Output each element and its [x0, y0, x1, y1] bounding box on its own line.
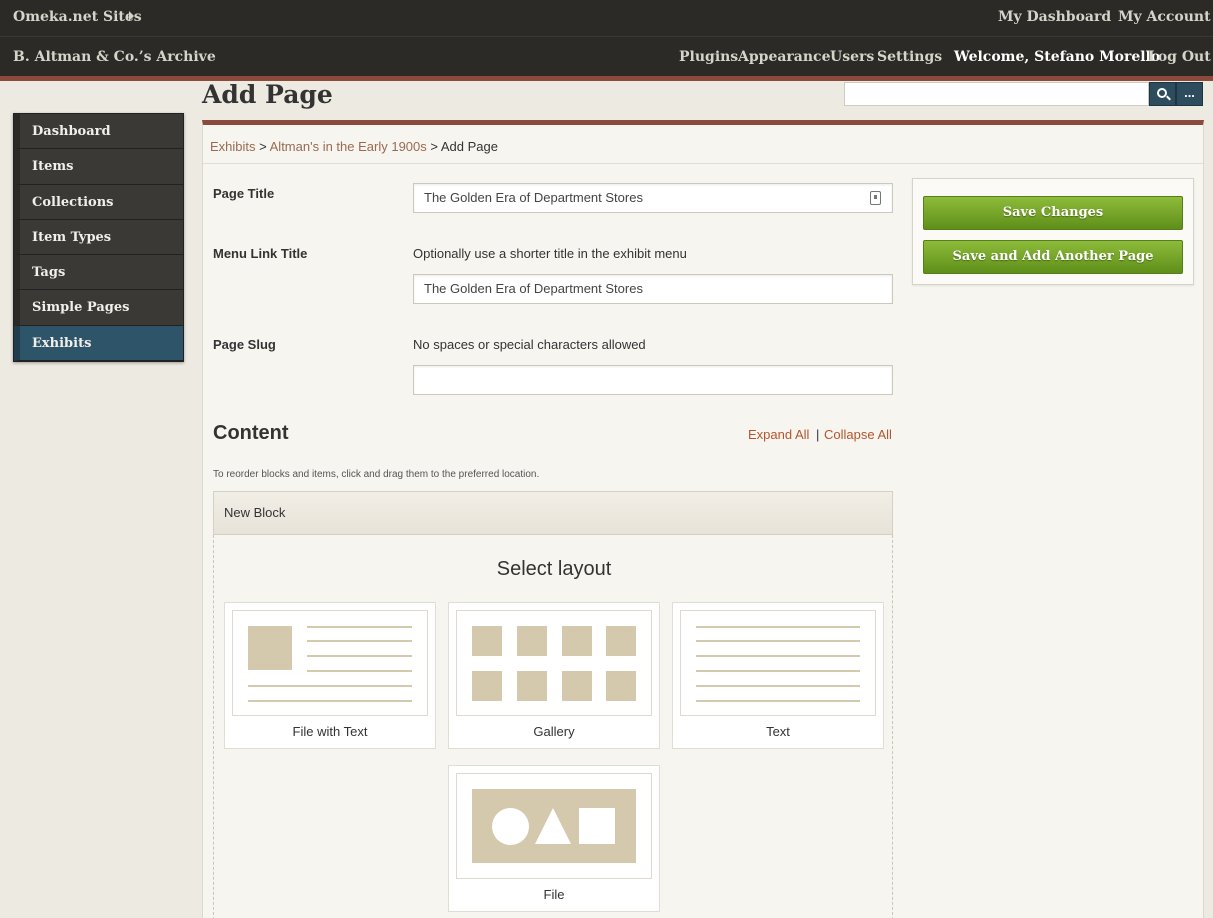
- breadcrumb-exhibit-link[interactable]: Altman's in the Early 1900s: [270, 139, 427, 154]
- nav-plugins[interactable]: Plugins: [679, 49, 738, 65]
- autofill-contact-icon[interactable]: [870, 191, 881, 205]
- layout-file-with-text[interactable]: File with Text: [224, 602, 436, 749]
- logout-link[interactable]: Log Out: [1148, 49, 1211, 65]
- nav-users[interactable]: Users: [830, 49, 874, 65]
- reorder-hint: To reorder blocks and items, click and d…: [213, 469, 540, 480]
- content-heading: Content: [213, 422, 289, 444]
- menu-link-title-label: Menu Link Title: [213, 246, 308, 261]
- sidebar-item-collections[interactable]: Collections: [14, 184, 183, 220]
- breadcrumb-current: Add Page: [440, 139, 498, 154]
- layout-file[interactable]: File: [448, 765, 660, 912]
- search-button[interactable]: [1149, 82, 1176, 106]
- sidebar-item-dashboard[interactable]: Dashboard: [14, 114, 183, 150]
- save-changes-button[interactable]: Save Changes: [923, 196, 1183, 230]
- my-account-link[interactable]: My Account: [1118, 9, 1211, 25]
- expand-all-link[interactable]: Expand All: [748, 427, 809, 442]
- save-panel: Save Changes Save and Add Another Page: [912, 178, 1194, 285]
- caret-right-icon[interactable]: [129, 11, 134, 21]
- sidebar-item-item-types[interactable]: Item Types: [14, 219, 183, 256]
- layout-label: Gallery: [533, 724, 575, 739]
- sidebar-item-tags[interactable]: Tags: [14, 255, 183, 291]
- search-input[interactable]: [844, 82, 1149, 106]
- site-title-link[interactable]: B. Altman & Co.’s Archive: [13, 49, 216, 65]
- sidebar-nav: Dashboard Items Collections Item Types T…: [13, 113, 184, 362]
- page-title-value: The Golden Era of Department Stores: [424, 190, 643, 205]
- menu-link-title-value: The Golden Era of Department Stores: [424, 281, 643, 296]
- my-dashboard-link[interactable]: My Dashboard: [998, 9, 1111, 25]
- layout-label: Text: [766, 724, 790, 739]
- layout-gallery[interactable]: Gallery: [448, 602, 660, 749]
- top-bar: Omeka.net Sites My Dashboard My Account: [0, 0, 1213, 37]
- page-title: Add Page: [202, 80, 333, 109]
- file-preview-icon: [456, 773, 652, 879]
- advanced-search-button[interactable]: ...: [1176, 82, 1203, 106]
- page-slug-label: Page Slug: [213, 337, 276, 352]
- breadcrumb-separator: >: [426, 139, 441, 154]
- breadcrumb-divider: [203, 163, 1203, 164]
- text-preview-icon: [680, 610, 876, 716]
- nav-settings[interactable]: Settings: [877, 49, 942, 65]
- page-slug-hint: No spaces or special characters allowed: [413, 337, 646, 352]
- page-slug-input[interactable]: [413, 365, 893, 395]
- omeka-sites-link[interactable]: Omeka.net Sites: [13, 9, 142, 25]
- breadcrumb-separator: >: [255, 139, 270, 154]
- page-title-label: Page Title: [213, 186, 275, 201]
- gallery-preview-icon: [456, 610, 652, 716]
- layout-label: File: [543, 887, 565, 902]
- save-and-add-page-button[interactable]: Save and Add Another Page: [923, 240, 1183, 274]
- search-icon-handle: [1166, 95, 1171, 101]
- link-separator: |: [816, 427, 820, 442]
- collapse-all-link[interactable]: Collapse All: [824, 427, 892, 442]
- menu-link-title-input[interactable]: The Golden Era of Department Stores: [413, 274, 893, 304]
- nav-appearance[interactable]: Appearance: [738, 49, 830, 65]
- breadcrumb: Exhibits > Altman's in the Early 1900s >…: [210, 139, 498, 154]
- sidebar-item-simple-pages[interactable]: Simple Pages: [14, 290, 183, 326]
- sidebar-item-items[interactable]: Items: [14, 149, 183, 185]
- sidebar-item-exhibits[interactable]: Exhibits: [14, 325, 183, 362]
- welcome-user-link[interactable]: Welcome, Stefano Morello: [954, 49, 1160, 65]
- menu-link-title-hint: Optionally use a shorter title in the ex…: [413, 246, 687, 261]
- file-with-text-preview-icon: [232, 610, 428, 716]
- layout-text[interactable]: Text: [672, 602, 884, 749]
- new-block-body: Select layout File with Text Gallery Tex…: [213, 535, 893, 918]
- select-layout-heading: Select layout: [496, 558, 612, 580]
- new-block-header[interactable]: New Block: [213, 491, 893, 535]
- breadcrumb-exhibits-link[interactable]: Exhibits: [210, 139, 256, 154]
- page-title-input[interactable]: The Golden Era of Department Stores: [413, 183, 893, 213]
- header-divider: [0, 76, 1213, 81]
- layout-label: File with Text: [292, 724, 368, 739]
